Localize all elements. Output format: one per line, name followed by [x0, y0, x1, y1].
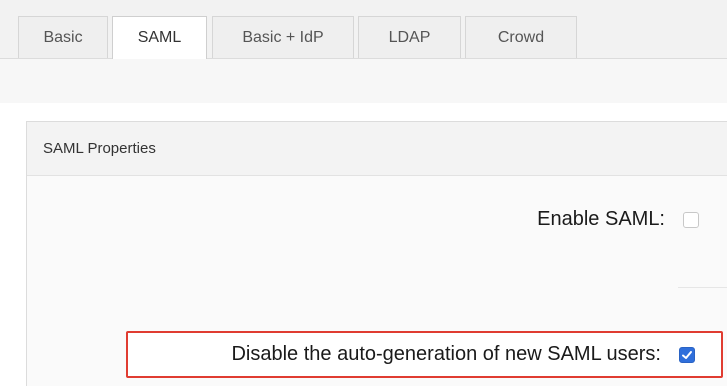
tab-bar: Basic SAML Basic + IdP LDAP Crowd	[0, 0, 727, 59]
tab-ldap[interactable]: LDAP	[358, 16, 461, 58]
enable-saml-row: Enable SAML:	[537, 208, 699, 231]
enable-saml-checkbox[interactable]	[683, 211, 699, 228]
toolbar-strip	[0, 59, 727, 103]
disable-autogen-checkbox[interactable]	[679, 346, 695, 363]
tab-basic[interactable]: Basic	[18, 16, 108, 58]
tab-crowd[interactable]: Crowd	[465, 16, 577, 58]
disable-autogen-label: Disable the auto-generation of new SAML …	[231, 343, 661, 365]
disable-autogen-highlight: Disable the auto-generation of new SAML …	[126, 331, 723, 378]
panel-title-text: SAML Properties	[43, 140, 156, 157]
tab-saml[interactable]: SAML	[112, 16, 207, 59]
divider	[678, 287, 727, 288]
checkmark-icon	[682, 350, 692, 359]
panel-title: SAML Properties	[27, 122, 727, 176]
enable-saml-label: Enable SAML:	[537, 208, 665, 230]
tab-basic-idp[interactable]: Basic + IdP	[212, 16, 354, 58]
